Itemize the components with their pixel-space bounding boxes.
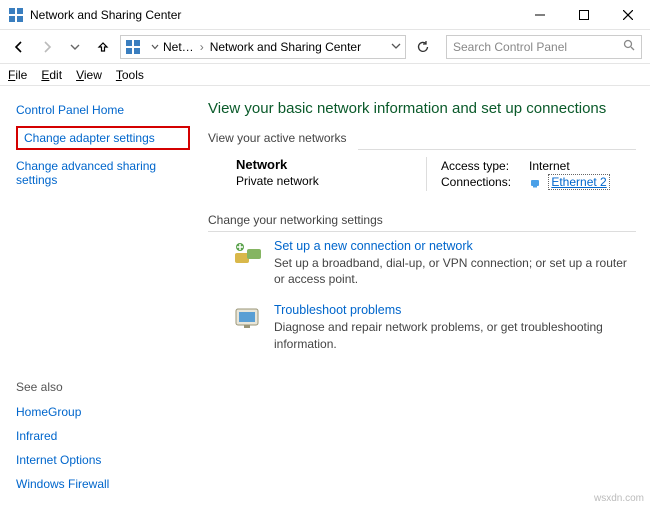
network-sharing-icon: [125, 39, 141, 55]
access-type-value: Internet: [529, 159, 570, 173]
address-dropdown-icon[interactable]: [391, 40, 401, 54]
see-also-heading: See also: [16, 380, 190, 394]
sidebar: Control Panel Home Change adapter settin…: [0, 86, 200, 506]
task-new-connection: Set up a new connection or network Set u…: [232, 239, 636, 287]
ethernet-icon: [529, 177, 541, 189]
task-troubleshoot-link[interactable]: Troubleshoot problems: [274, 303, 634, 317]
connections-label: Connections:: [441, 175, 529, 189]
network-name: Network: [236, 157, 426, 172]
page-title: View your basic network information and …: [208, 100, 636, 117]
address-bar[interactable]: Net… › Network and Sharing Center: [120, 35, 406, 59]
chevron-right-icon: ›: [198, 40, 206, 54]
networking-settings-heading: Change your networking settings: [208, 213, 636, 229]
refresh-button[interactable]: [412, 36, 434, 58]
sidebar-change-adapter-settings[interactable]: Change adapter settings: [24, 131, 182, 145]
menu-file[interactable]: File: [8, 68, 27, 82]
window-title: Network and Sharing Center: [30, 8, 518, 22]
see-also-homegroup[interactable]: HomeGroup: [16, 405, 190, 419]
window-buttons: [518, 0, 650, 30]
titlebar: Network and Sharing Center: [0, 0, 650, 30]
task-new-connection-link[interactable]: Set up a new connection or network: [274, 239, 634, 253]
breadcrumb-segment[interactable]: Network and Sharing Center: [210, 40, 361, 54]
search-placeholder: Search Control Panel: [453, 40, 623, 54]
active-networks-heading: View your active networks: [208, 131, 636, 147]
close-button[interactable]: [606, 0, 650, 30]
breadcrumb-dropdown-icon[interactable]: [151, 40, 159, 54]
menu-view[interactable]: View: [76, 68, 102, 82]
toolbar: Net… › Network and Sharing Center Search…: [0, 30, 650, 64]
task-new-connection-desc: Set up a broadband, dial-up, or VPN conn…: [274, 255, 634, 287]
network-type: Private network: [236, 174, 426, 188]
search-icon: [623, 39, 635, 54]
up-button[interactable]: [92, 36, 114, 58]
sidebar-change-advanced-sharing[interactable]: Change advanced sharing settings: [16, 159, 190, 187]
menu-edit[interactable]: Edit: [41, 68, 62, 82]
highlight-annotation: Change adapter settings: [16, 126, 190, 150]
troubleshoot-icon: [232, 303, 264, 335]
access-type-label: Access type:: [441, 159, 529, 173]
maximize-button[interactable]: [562, 0, 606, 30]
breadcrumb-segment[interactable]: Net…: [163, 40, 194, 54]
menu-tools[interactable]: Tools: [116, 68, 144, 82]
watermark: wsxdn.com: [594, 493, 644, 504]
see-also-windows-firewall[interactable]: Windows Firewall: [16, 477, 190, 491]
see-also-infrared[interactable]: Infrared: [16, 429, 190, 443]
minimize-button[interactable]: [518, 0, 562, 30]
forward-button[interactable]: [36, 36, 58, 58]
network-sharing-icon: [8, 7, 24, 23]
sidebar-control-panel-home[interactable]: Control Panel Home: [16, 103, 190, 117]
new-connection-icon: [232, 239, 264, 271]
network-identity: Network Private network: [236, 157, 426, 191]
network-details: Access type: Internet Connections: Ether…: [426, 157, 610, 191]
task-troubleshoot-desc: Diagnose and repair network problems, or…: [274, 319, 634, 351]
connection-link[interactable]: Ethernet 2: [548, 174, 609, 190]
active-network-box: Network Private network Access type: Int…: [236, 157, 636, 191]
see-also-internet-options[interactable]: Internet Options: [16, 453, 190, 467]
main-area: Control Panel Home Change adapter settin…: [0, 86, 650, 506]
recent-locations-dropdown[interactable]: [64, 36, 86, 58]
back-button[interactable]: [8, 36, 30, 58]
search-box[interactable]: Search Control Panel: [446, 35, 642, 59]
content: View your basic network information and …: [200, 86, 650, 506]
task-troubleshoot: Troubleshoot problems Diagnose and repai…: [232, 303, 636, 351]
menubar: File Edit View Tools: [0, 64, 650, 86]
